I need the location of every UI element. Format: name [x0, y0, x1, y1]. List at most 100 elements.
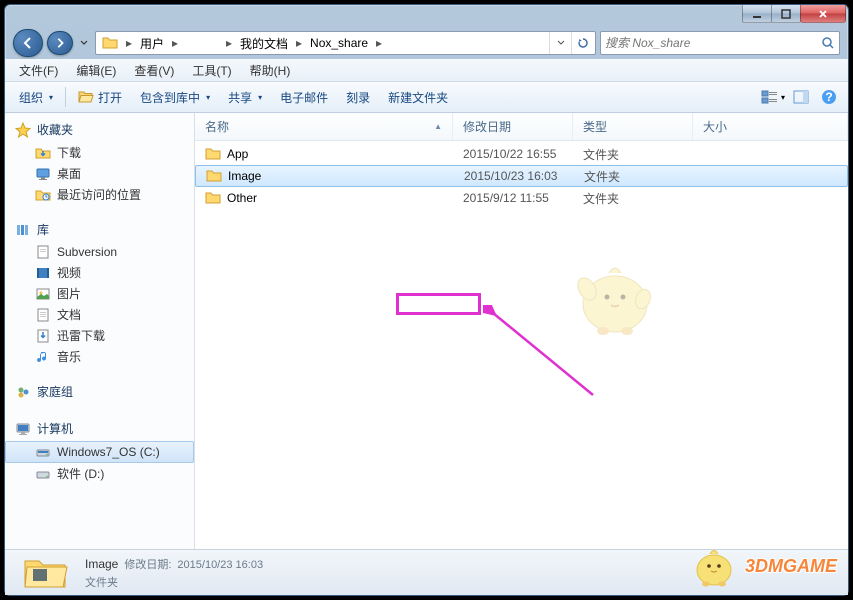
file-type: 文件夹	[573, 146, 693, 163]
menu-file[interactable]: 文件(F)	[11, 60, 66, 81]
drive-icon	[35, 466, 51, 482]
open-button[interactable]: 打开	[70, 85, 130, 110]
breadcrumb-segment[interactable]: 用户	[136, 32, 168, 54]
sidebar-computer[interactable]: 计算机	[5, 418, 194, 441]
document-icon	[35, 307, 51, 323]
video-icon	[35, 265, 51, 281]
details-pane: Image 修改日期: 2015/10/23 16:03 文件夹	[5, 549, 848, 595]
menu-edit[interactable]: 编辑(E)	[68, 60, 124, 81]
forward-button[interactable]	[47, 31, 73, 55]
organize-button[interactable]: 组织	[11, 85, 61, 110]
close-button[interactable]	[800, 5, 846, 23]
folder-icon	[205, 191, 221, 205]
sidebar-item-downloads[interactable]: 下载	[5, 142, 194, 163]
column-size[interactable]: 大小	[693, 113, 848, 140]
breadcrumb-segment[interactable]	[182, 32, 222, 54]
sidebar-item-subversion[interactable]: Subversion	[5, 242, 194, 262]
file-list[interactable]: App2015/10/22 16:55文件夹Image2015/10/23 16…	[195, 141, 848, 549]
column-header: 名称▲ 修改日期 类型 大小	[195, 113, 848, 141]
table-row[interactable]: App 2015/10/22 16:55文件夹	[195, 143, 848, 165]
sidebar-item-videos[interactable]: 视频	[5, 262, 194, 283]
sidebar-item-desktop[interactable]: 桌面	[5, 163, 194, 184]
sidebar-item-pictures[interactable]: 图片	[5, 283, 194, 304]
status-name: Image	[85, 557, 118, 571]
search-icon	[821, 36, 835, 50]
help-button[interactable]: ?	[816, 85, 842, 109]
menu-view[interactable]: 查看(V)	[126, 60, 182, 81]
chevron-right-icon[interactable]: ▸	[292, 32, 306, 54]
file-name: App	[227, 147, 248, 161]
sidebar-item-music[interactable]: 音乐	[5, 346, 194, 367]
explorer-window: ▸ 用户 ▸ ▸ 我的文档 ▸ Nox_share ▸ 文件(F) 编辑(E) …	[4, 4, 849, 596]
column-name[interactable]: 名称▲	[195, 113, 453, 140]
chevron-right-icon[interactable]: ▸	[168, 32, 182, 54]
navigation-pane[interactable]: 收藏夹 下载 桌面 最近访问的位置 库 Subversion 视频 图片 文档 …	[5, 113, 195, 549]
table-row[interactable]: Image 2015/10/23 16:03文件夹	[195, 165, 848, 187]
download-icon	[35, 328, 51, 344]
burn-button[interactable]: 刻录	[338, 85, 378, 110]
file-type: 文件夹	[573, 190, 693, 207]
sidebar-item-documents[interactable]: 文档	[5, 304, 194, 325]
history-dropdown[interactable]	[77, 31, 91, 55]
view-options-button[interactable]: ▾	[760, 85, 786, 109]
desktop-icon	[35, 166, 51, 182]
menu-help[interactable]: 帮助(H)	[242, 60, 299, 81]
computer-icon	[15, 421, 31, 437]
homegroup-icon	[15, 384, 31, 400]
folder-icon	[205, 147, 221, 161]
email-button[interactable]: 电子邮件	[272, 85, 336, 110]
picture-icon	[35, 286, 51, 302]
content-area: 收藏夹 下载 桌面 最近访问的位置 库 Subversion 视频 图片 文档 …	[5, 113, 848, 549]
file-list-view: 名称▲ 修改日期 类型 大小 App2015/10/22 16:55文件夹Ima…	[195, 113, 848, 549]
recent-icon	[35, 187, 51, 203]
file-name: Image	[228, 169, 261, 183]
sidebar-item-drive-c[interactable]: Windows7_OS (C:)	[5, 441, 194, 463]
title-bar[interactable]	[5, 5, 848, 27]
breadcrumb-segment[interactable]: Nox_share	[306, 32, 372, 54]
status-mod-label: 修改日期:	[124, 556, 171, 572]
breadcrumb[interactable]: ▸ 用户 ▸ ▸ 我的文档 ▸ Nox_share ▸	[95, 31, 596, 55]
address-bar: ▸ 用户 ▸ ▸ 我的文档 ▸ Nox_share ▸	[5, 27, 848, 59]
library-icon	[15, 222, 31, 238]
chevron-right-icon[interactable]: ▸	[222, 32, 236, 54]
file-date: 2015/10/23 16:03	[454, 169, 574, 183]
folder-open-icon	[78, 90, 94, 104]
download-icon	[35, 145, 51, 161]
sidebar-item-drive-d[interactable]: 软件 (D:)	[5, 463, 194, 484]
sidebar-item-xunlei[interactable]: 迅雷下载	[5, 325, 194, 346]
refresh-button[interactable]	[571, 32, 593, 54]
search-box[interactable]	[600, 31, 840, 55]
file-type: 文件夹	[574, 168, 694, 185]
sidebar-favorites[interactable]: 收藏夹	[5, 119, 194, 142]
back-button[interactable]	[13, 29, 43, 57]
table-row[interactable]: Other2015/9/12 11:55文件夹	[195, 187, 848, 209]
drive-icon	[35, 444, 51, 460]
menu-bar: 文件(F) 编辑(E) 查看(V) 工具(T) 帮助(H)	[5, 59, 848, 81]
status-type: 文件夹	[85, 574, 263, 590]
menu-tools[interactable]: 工具(T)	[184, 60, 239, 81]
svg-text:?: ?	[825, 90, 832, 104]
column-type[interactable]: 类型	[573, 113, 693, 140]
search-input[interactable]	[605, 33, 821, 53]
file-date: 2015/10/22 16:55	[453, 147, 573, 161]
sort-indicator-icon: ▲	[434, 122, 442, 131]
preview-pane-button[interactable]	[788, 85, 814, 109]
include-button[interactable]: 包含到库中	[132, 85, 218, 110]
folder-icon	[102, 35, 118, 51]
breadcrumb-dropdown[interactable]	[549, 32, 571, 54]
toolbar: 组织 打开 包含到库中 共享 电子邮件 刻录 新建文件夹 ▾ ?	[5, 81, 848, 113]
maximize-button[interactable]	[771, 5, 801, 23]
minimize-button[interactable]	[742, 5, 772, 23]
sidebar-homegroup[interactable]: 家庭组	[5, 381, 194, 404]
folder-icon	[206, 169, 222, 183]
sidebar-item-recent[interactable]: 最近访问的位置	[5, 184, 194, 205]
share-button[interactable]: 共享	[220, 85, 270, 110]
chevron-right-icon[interactable]: ▸	[122, 32, 136, 54]
sidebar-libraries[interactable]: 库	[5, 219, 194, 242]
column-date[interactable]: 修改日期	[453, 113, 573, 140]
document-icon	[35, 244, 51, 260]
chevron-right-icon[interactable]: ▸	[372, 32, 386, 54]
newfolder-button[interactable]: 新建文件夹	[380, 85, 456, 110]
breadcrumb-segment[interactable]: 我的文档	[236, 32, 292, 54]
status-mod-value: 2015/10/23 16:03	[177, 559, 263, 571]
